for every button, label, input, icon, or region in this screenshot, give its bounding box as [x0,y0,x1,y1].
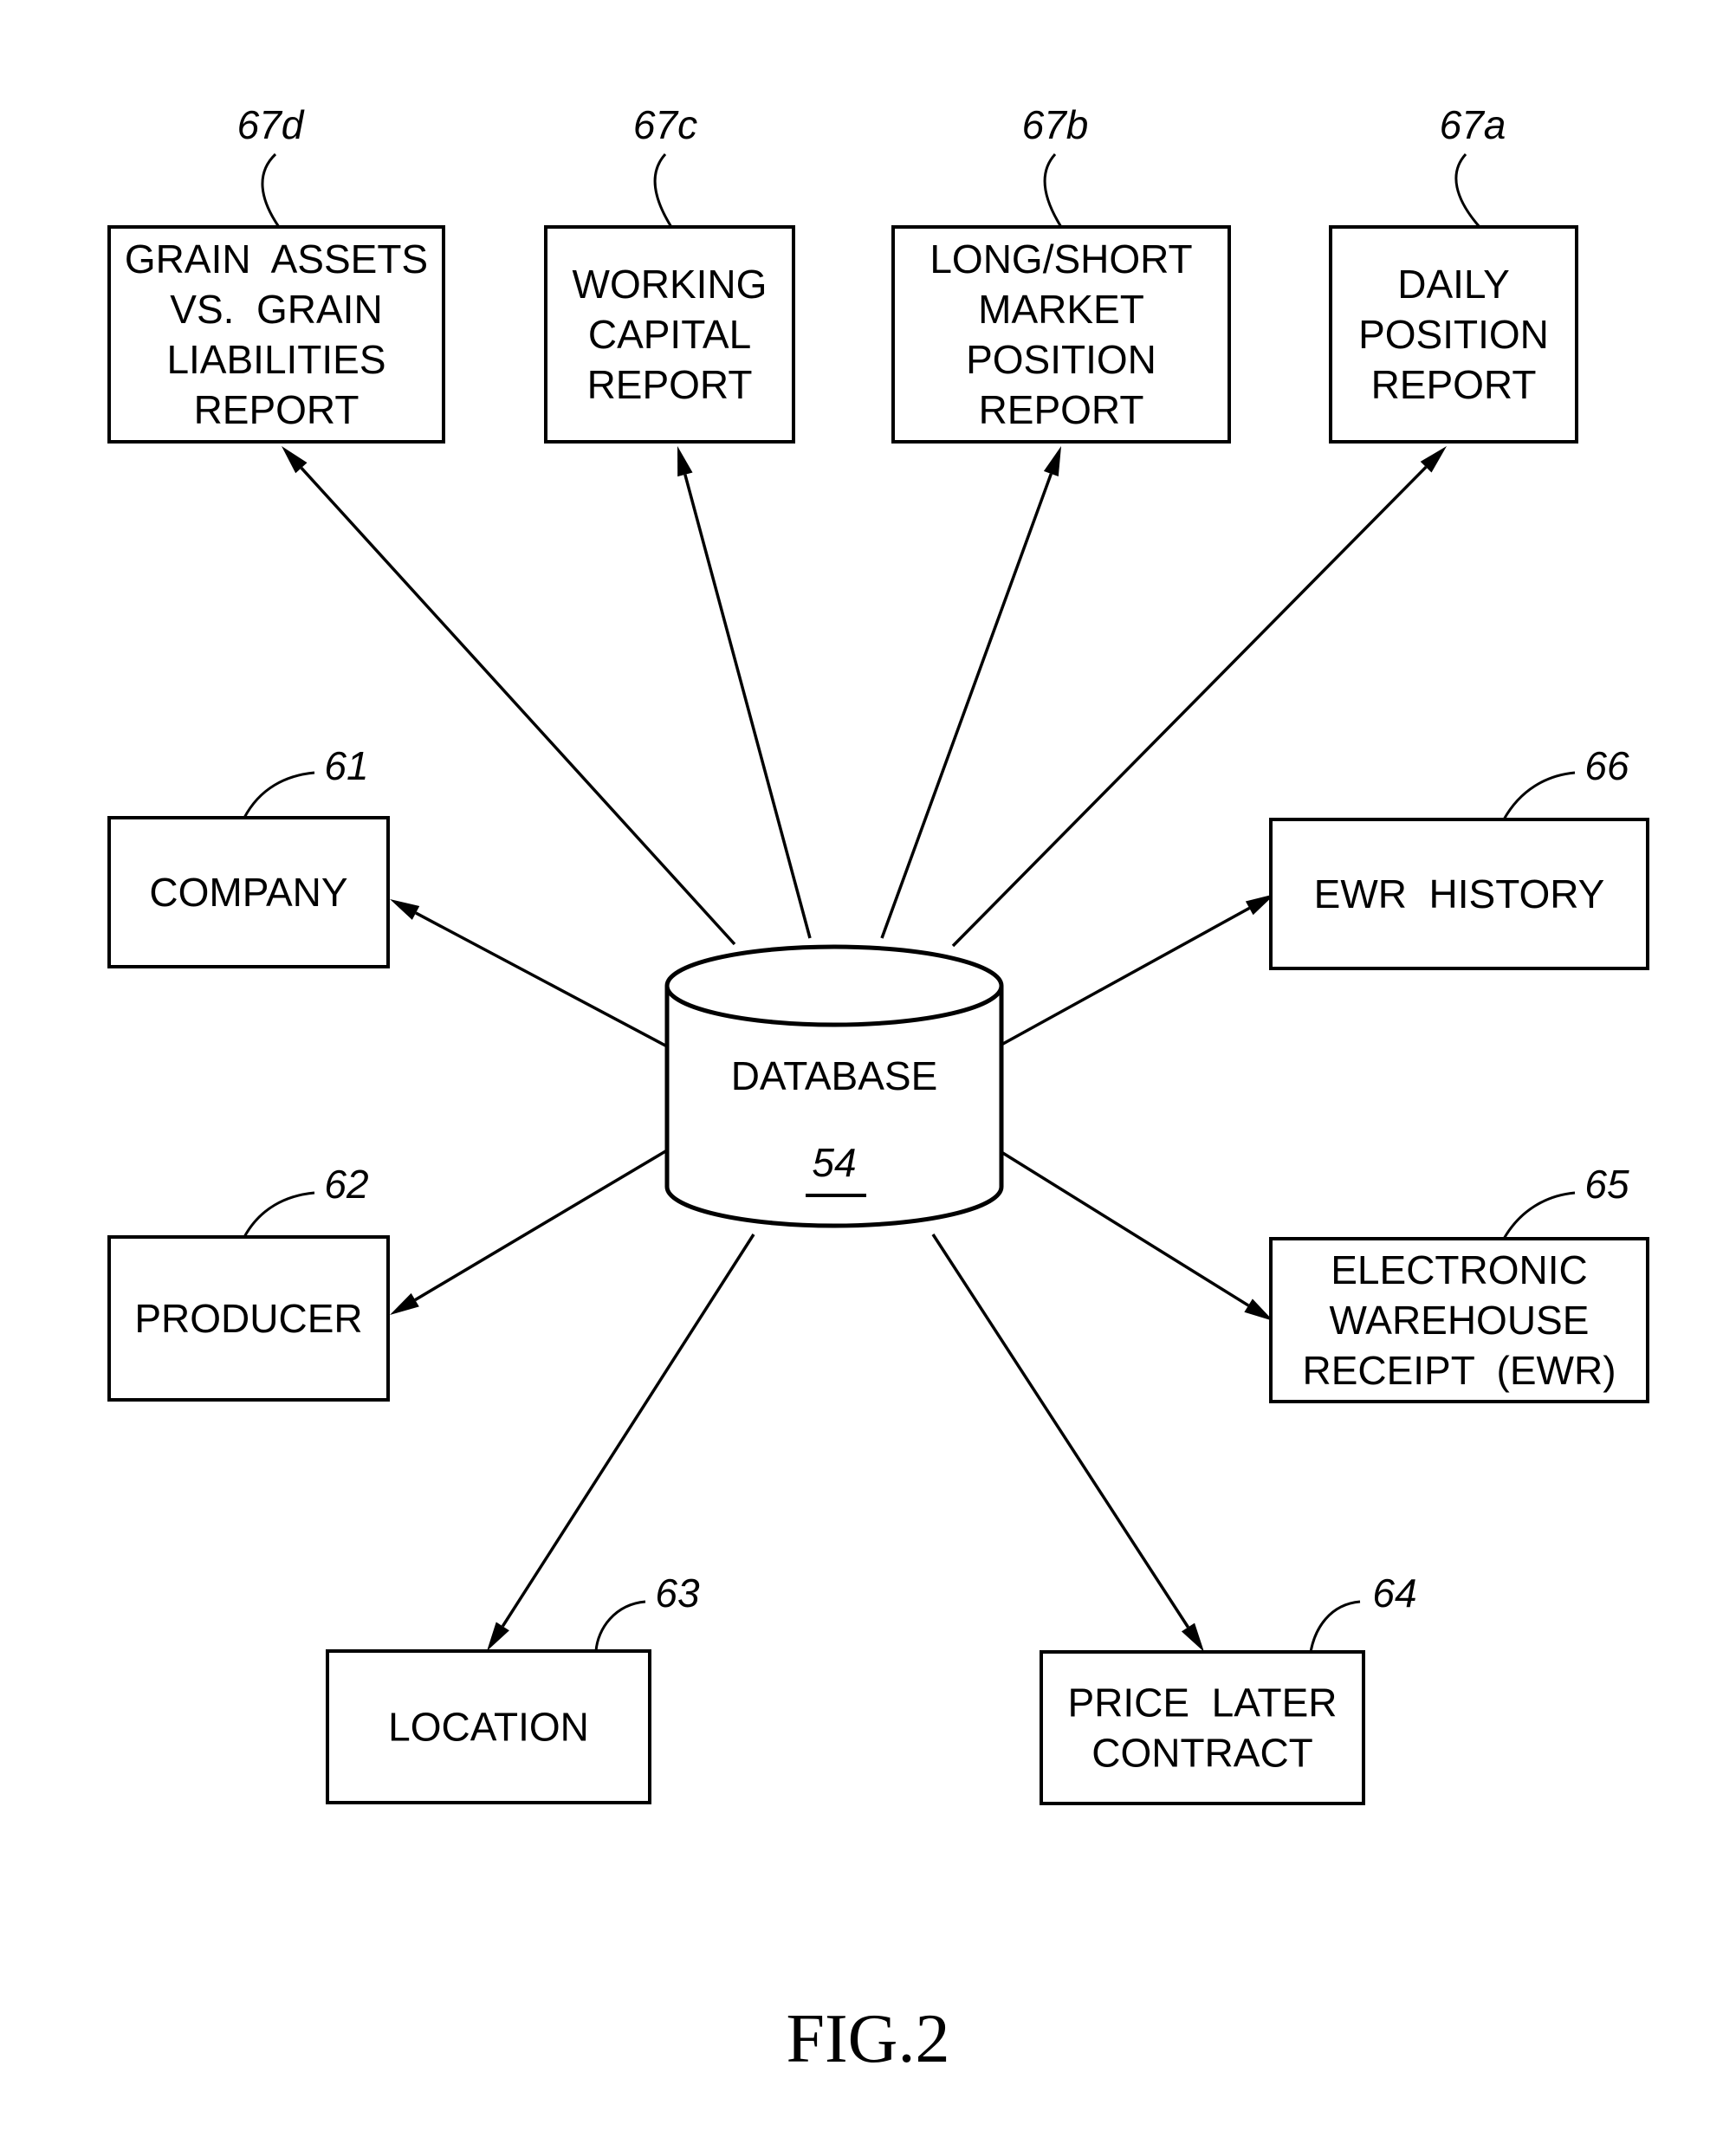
node-label-line: DAILY [1397,262,1510,307]
node-label-line: REPORT [979,387,1144,432]
database-relationship-diagram: COMPANY 61 PRODUCER 62 LOCATION 63 PRICE LATER… [107,102,1649,2077]
node-location[interactable]: LOCATION 63 [326,1570,700,1804]
arrowhead-icon [390,1292,419,1315]
edge-line [683,474,812,939]
node-label-line: CAPITAL [588,312,751,357]
node-daily-position-report[interactable]: DAILY POSITION REPORT 67a [1329,102,1578,444]
edge-arrow-location [487,1234,755,1651]
node-label-line: LIABILITIES [166,337,385,382]
arrowhead-icon [390,899,420,920]
edge-arrow-company [390,899,668,1048]
reference-number: 65 [1584,1162,1629,1207]
node-grain-assets-vs-liabilities-report[interactable]: GRAIN ASSETS VS. GRAIN LIABILITIES REPORT 67… [107,102,445,444]
node-label-line: WAREHOUSE [1330,1298,1590,1343]
node-working-capital-report[interactable]: WORKING CAPITAL REPORT 67c [544,102,795,444]
reference-leader-line [653,152,673,228]
edge-arrow-working-capital-report [677,446,812,939]
figure-label: FIG.2 [787,2001,950,2077]
reference-number: 67c [633,102,697,147]
edge-arrow-electronic-warehouse-receipt [1001,1150,1273,1321]
reference-leader-line [1043,152,1063,228]
database-node[interactable]: DATABASE 54 [664,944,1004,1228]
reference-leader-line [1502,1191,1576,1240]
node-label-line: LONG/SHORT [930,236,1192,282]
edge-line [501,1234,755,1628]
edge-line [1001,906,1251,1046]
reference-leader-line [243,771,315,819]
arrowhead-icon [1043,446,1061,477]
reference-number: 66 [1584,743,1629,788]
node-label-line: LOCATION [388,1705,589,1750]
edge-arrow-producer [390,1149,668,1315]
node-label-line: ELECTRONIC [1331,1247,1587,1292]
node-label-line: RECEIPT (EWR) [1302,1348,1616,1393]
node-box [1040,1650,1365,1805]
edge-line [931,1234,1189,1629]
reference-number: 67b [1022,102,1089,147]
arrowhead-icon [487,1622,509,1651]
reference-leader-line [1502,771,1576,820]
reference-number: 61 [324,743,368,788]
edge-line [880,473,1053,939]
database-ref-number: 54 [812,1140,856,1185]
edge-arrow-price-later-contract [931,1234,1204,1652]
node-producer[interactable]: PRODUCER 62 [107,1162,390,1402]
reference-number: 62 [324,1162,368,1207]
node-ewr-history[interactable]: EWR HISTORY 66 [1269,743,1649,970]
arrowhead-icon [677,446,693,477]
edge-arrow-ewr-history [1001,894,1275,1046]
node-label-line: CONTRACT [1091,1731,1313,1776]
node-label-line: PRODUCER [134,1296,362,1341]
edge-line [415,911,668,1048]
reference-leader-line [243,1191,315,1238]
reference-number: 64 [1372,1570,1416,1616]
arrowhead-icon [1244,1298,1273,1321]
node-label-line: POSITION [966,337,1156,382]
node-label-line: MARKET [978,287,1144,332]
node-label-line: REPORT [1371,362,1537,407]
reference-leader-line [1454,152,1481,228]
node-label-line: GRAIN ASSETS [125,236,428,282]
reference-leader-line [594,1600,646,1652]
reference-number: 63 [655,1570,700,1616]
node-price-later-contract[interactable]: PRICE LATER CONTRACT 64 [1040,1570,1417,1805]
node-label-line: EWR HISTORY [1314,871,1605,916]
node-long-short-market-position-report[interactable]: LONG/SHORT MARKET POSITION REPORT 67b [891,102,1231,444]
node-label-line: POSITION [1358,312,1549,357]
node-label-line: REPORT [587,362,753,407]
node-label-line: VS. GRAIN [170,287,382,332]
edge-line [414,1149,668,1302]
reference-number: 67a [1440,102,1506,147]
reference-leader-line [1309,1600,1361,1653]
reference-leader-line [261,152,281,228]
reference-number: 67d [237,102,305,147]
arrowhead-icon [1181,1622,1204,1652]
node-label-line: COMPANY [149,870,347,915]
node-label-line: WORKING [573,262,768,307]
node-label-line: REPORT [194,387,360,432]
node-label-line: PRICE LATER [1068,1680,1338,1726]
node-company[interactable]: COMPANY 61 [107,743,390,968]
node-electronic-warehouse-receipt[interactable]: ELECTRONIC WAREHOUSE RECEIPT (EWR) 65 [1269,1162,1649,1403]
edge-line [1001,1150,1250,1307]
database-label: DATABASE [731,1053,938,1098]
